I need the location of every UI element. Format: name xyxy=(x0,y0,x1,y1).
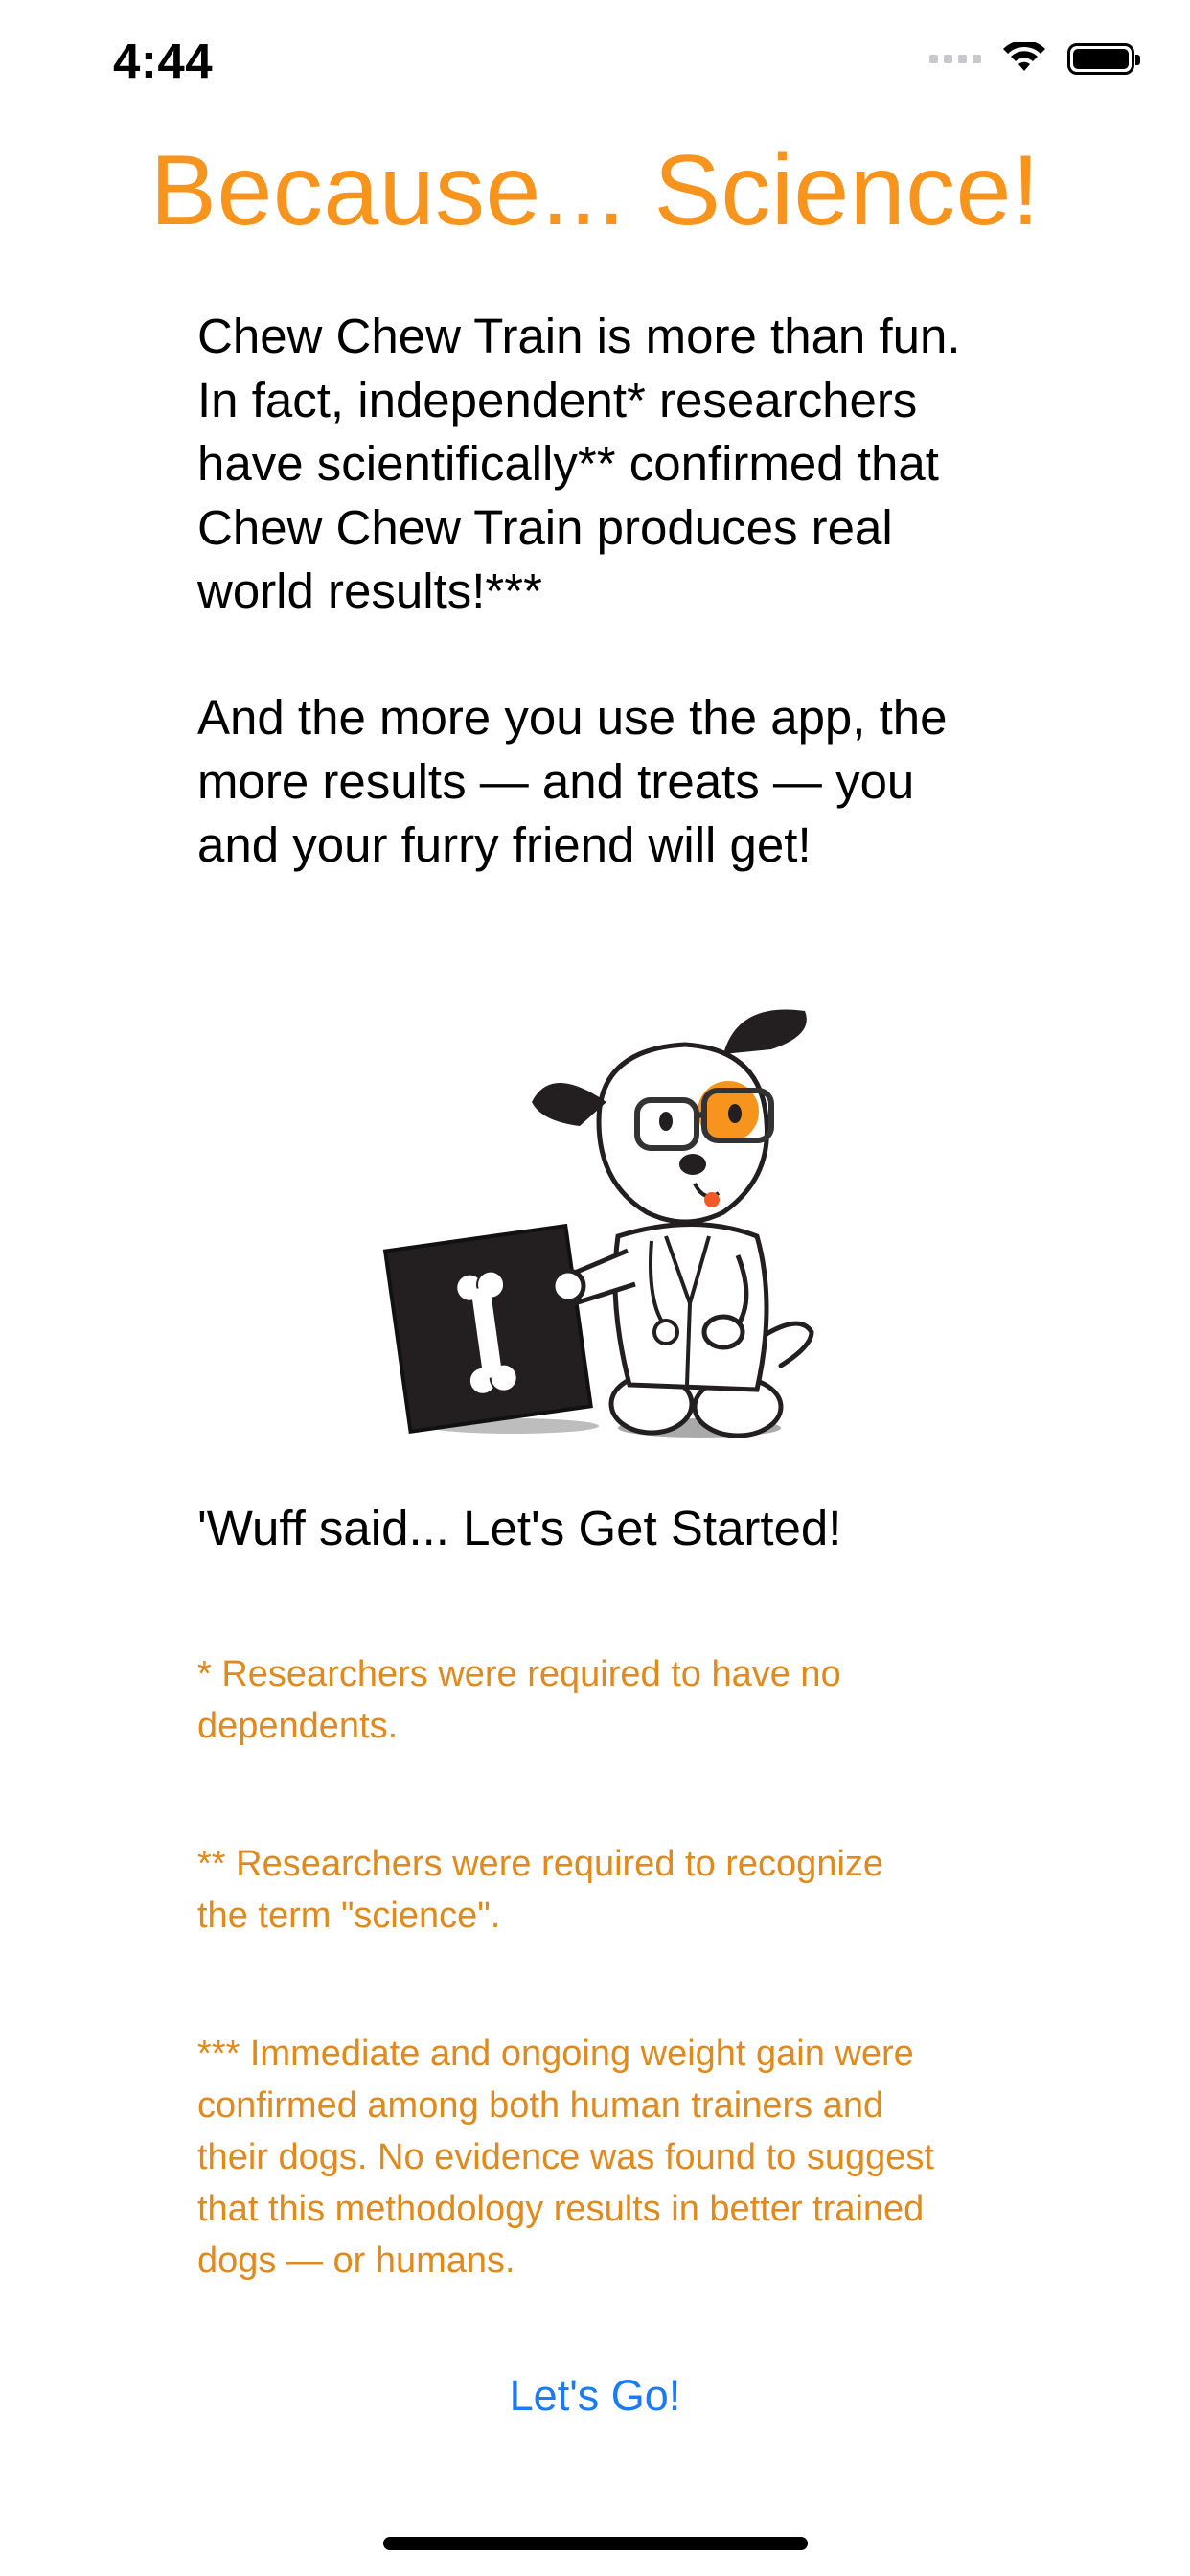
scientist-dog-illustration xyxy=(382,1009,814,1438)
status-icons xyxy=(929,42,1140,75)
footnote-weight-gain: *** Immediate and ongoing weight gain we… xyxy=(197,2034,934,2281)
home-indicator[interactable] xyxy=(383,2537,808,2550)
results-paragraph: And the more you use the app, the more r… xyxy=(197,690,948,872)
wifi-icon xyxy=(1003,42,1045,71)
intro-paragraph: Chew Chew Train is more than fun. In fac… xyxy=(197,309,961,618)
footnote-dependents: * Researchers were required to have no d… xyxy=(197,1654,841,1746)
status-time: 4:44 xyxy=(113,34,214,88)
battery-icon xyxy=(1067,42,1140,75)
cellular-signal-icon xyxy=(929,54,981,63)
tagline: 'Wuff said... Let's Get Started! xyxy=(197,1501,842,1555)
lets-go-button[interactable]: Let's Go! xyxy=(0,2371,1190,2421)
page-title: Because... Science! xyxy=(149,135,1041,246)
footnote-science: ** Researchers were required to recogniz… xyxy=(197,1844,884,1936)
status-bar: 4:44 xyxy=(0,0,1190,126)
